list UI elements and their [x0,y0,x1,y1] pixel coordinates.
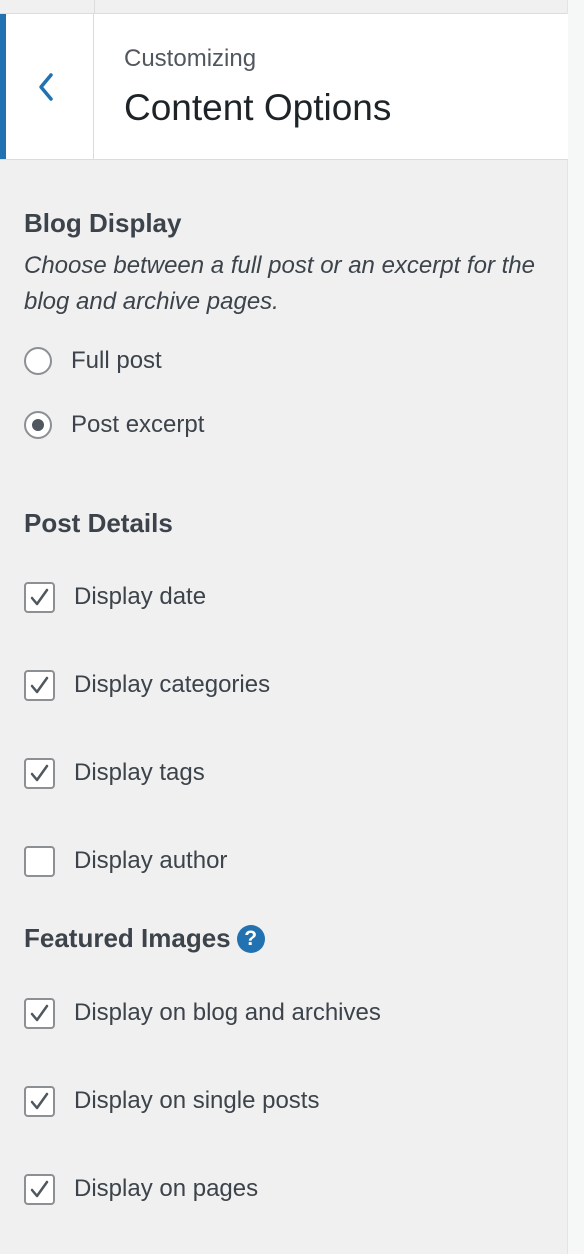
customizer-header: Customizing Content Options [0,14,568,160]
radio-label: Full post [71,347,162,374]
checkbox[interactable] [24,1173,55,1205]
checkbox-display-author[interactable]: Display author [24,844,227,878]
checkbox[interactable] [24,997,55,1029]
radio-full-post[interactable]: Full post [24,344,162,378]
question-mark-icon[interactable]: ? [236,925,265,953]
checkbox[interactable] [24,845,55,877]
checkmark-icon [30,1180,49,1197]
post-details-heading: Post Details [24,508,173,538]
checkbox[interactable] [24,669,55,701]
checkbox[interactable] [24,757,55,789]
checkmark-icon [30,676,49,693]
checkbox-display-tags[interactable]: Display tags [24,756,205,790]
checkbox-label: Display author [74,847,228,874]
checkbox-display-categories[interactable]: Display categories [24,668,270,702]
checkbox[interactable] [24,1085,55,1117]
scrollbar-gutter[interactable] [567,0,584,1254]
checkbox-display-single-posts[interactable]: Display on single posts [24,1084,319,1118]
back-button-accent [0,14,6,159]
checkbox-label: Display categories [74,671,271,698]
checkmark-icon [30,588,49,605]
checkmark-icon [30,1092,49,1109]
back-button[interactable] [0,14,94,159]
checkbox-label: Display date [74,583,207,610]
checkbox[interactable] [24,581,55,613]
checkbox-label: Display on pages [74,1175,259,1202]
radio-post-excerpt[interactable]: Post excerpt [24,408,204,442]
radio-label: Post excerpt [71,411,205,438]
panel-title: Content Options [124,87,392,128]
checkbox-display-pages[interactable]: Display on pages [24,1172,258,1206]
checkbox-label: Display on single posts [74,1087,320,1114]
checkbox-display-blog-archives[interactable]: Display on blog and archives [24,996,381,1030]
top-strip [0,0,568,14]
top-strip-divider [94,0,95,13]
chevron-left-icon [39,73,53,101]
checkmark-icon [30,1004,49,1021]
checkbox-label: Display on blog and archives [74,999,381,1026]
blog-display-description: Choose between a full post or an excerpt… [24,252,535,315]
radio-button[interactable] [24,411,52,439]
checkmark-icon [30,764,49,781]
checkbox-label: Display tags [74,759,205,786]
featured-images-title: Featured Images [24,923,231,953]
featured-images-heading: Featured Images? [24,923,265,954]
checkbox-display-date[interactable]: Display date [24,580,206,614]
blog-display-heading: Blog Display [24,208,182,238]
radio-button[interactable] [24,347,52,375]
customizing-label: Customizing [124,45,257,72]
